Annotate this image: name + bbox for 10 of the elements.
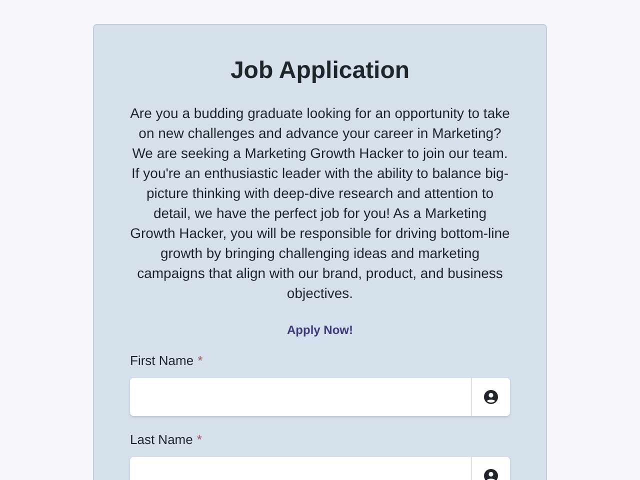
user-icon [484,390,498,404]
field-label: First Name [130,353,194,368]
required-mark: * [196,432,202,447]
form-title: Job Application [229,57,411,85]
field-label: Last Name [130,432,193,447]
input-field[interactable] [130,378,510,416]
job-description: Are you a budding graduate looking for an opportunity to take on new challenges and advance your career in Marketing? We are seeking a Marketing Growth Hacker to join our team. If you're an enthusiastic leader with the ability to balance big-picture thinking with deep-dive research and attention to detail, we have the perfect job for you! As a Marketing Growth Hacker, you will be responsible for driving bottom-line growth by bringing challenging ideas and marketing campaigns that align with our brand, product, and business objectives. [130,104,510,303]
required-mark: * [198,353,203,368]
apply-now-text: Apply Now! [286,323,354,337]
user-icon [484,469,498,480]
